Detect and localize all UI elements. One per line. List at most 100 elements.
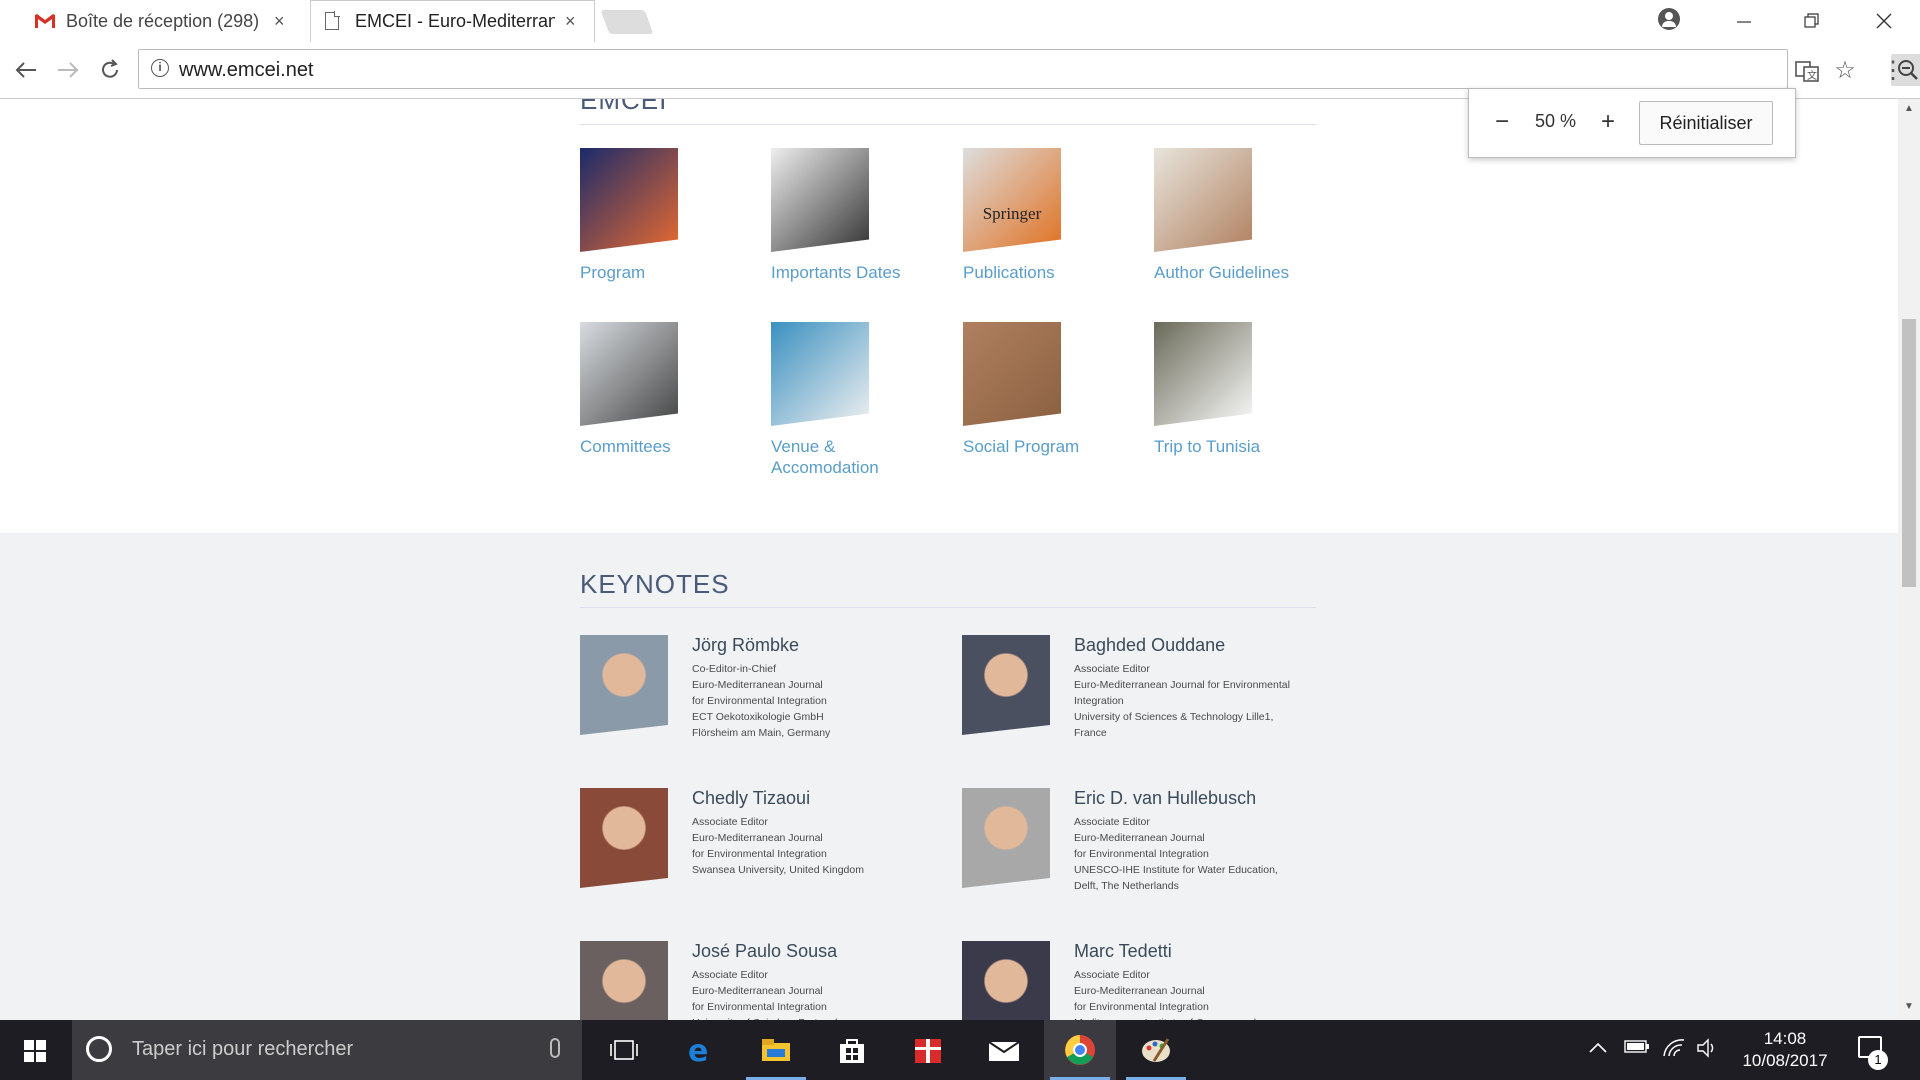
store-app[interactable] bbox=[816, 1020, 888, 1080]
close-window-button[interactable] bbox=[1864, 6, 1904, 36]
affiliation-line: Associate Editor bbox=[1074, 969, 1150, 981]
task-view-button[interactable] bbox=[588, 1020, 660, 1080]
tab-close-icon[interactable]: × bbox=[565, 11, 576, 32]
nav-tile[interactable]: Social Program bbox=[963, 322, 1143, 457]
nav-tile[interactable]: Springer Publications bbox=[963, 148, 1143, 283]
menu-icon[interactable]: ⋮ bbox=[1880, 58, 1906, 84]
info-icon[interactable]: i bbox=[151, 59, 169, 77]
tab-emcei[interactable]: EMCEI - Euro-Mediterranean × bbox=[310, 0, 595, 42]
new-tab-button[interactable] bbox=[600, 10, 654, 34]
profile-icon[interactable] bbox=[1658, 8, 1680, 30]
volume-icon[interactable] bbox=[1696, 1038, 1720, 1063]
tile-label[interactable]: Publications bbox=[963, 262, 1143, 283]
speaker-name: José Paulo Sousa bbox=[692, 941, 838, 961]
svg-text:文: 文 bbox=[1807, 69, 1817, 82]
tile-image[interactable] bbox=[1154, 148, 1252, 252]
speaker-affiliation: Associate Editor Euro-Mediterranean Journ… bbox=[1074, 661, 1354, 741]
zoom-level: 50 % bbox=[1535, 111, 1577, 131]
speaker-photo bbox=[962, 635, 1050, 735]
affiliation-line: Associate Editor bbox=[1074, 663, 1150, 675]
gift-app[interactable] bbox=[892, 1020, 964, 1080]
taskbar-search-box[interactable]: Taper ici pour rechercher bbox=[72, 1020, 582, 1080]
tile-image[interactable] bbox=[771, 322, 869, 426]
nav-tile[interactable]: Program bbox=[580, 148, 760, 283]
forward-button[interactable] bbox=[48, 50, 88, 90]
paint-app[interactable] bbox=[1120, 1020, 1192, 1080]
vertical-scrollbar[interactable]: ▲ ▼ bbox=[1898, 99, 1920, 1020]
affiliation-line: Associate Editor bbox=[692, 969, 768, 981]
chrome-app[interactable] bbox=[1044, 1020, 1116, 1080]
tile-label[interactable]: Committees bbox=[580, 436, 760, 457]
battery-icon[interactable] bbox=[1624, 1038, 1650, 1059]
speaker-name: Marc Tedetti bbox=[1074, 941, 1172, 961]
springer-logo: Springer bbox=[982, 204, 1042, 223]
tile-label[interactable]: Trip to Tunisia bbox=[1154, 436, 1334, 457]
nav-tile[interactable]: Committees bbox=[580, 322, 760, 457]
page-content: EMCEI Program Importants Dates Springer Pub… bbox=[0, 99, 1898, 1020]
affiliation-line: for Environmental Integration bbox=[1074, 848, 1209, 860]
tile-image[interactable] bbox=[963, 322, 1061, 426]
nav-tile[interactable]: Trip to Tunisia bbox=[1154, 322, 1334, 457]
speaker-photo bbox=[962, 941, 1050, 1020]
restore-icon bbox=[1804, 13, 1819, 28]
scrollbar-thumb[interactable] bbox=[1902, 319, 1916, 587]
translate-icon[interactable]: 文 bbox=[1794, 58, 1820, 84]
minimize-button[interactable] bbox=[1724, 6, 1764, 36]
url-text[interactable]: www.emcei.net bbox=[179, 59, 314, 82]
speaker-name: Chedly Tizaoui bbox=[692, 788, 811, 808]
speaker-photo bbox=[580, 635, 668, 735]
nav-tile[interactable]: Author Guidelines bbox=[1154, 148, 1334, 283]
windows-taskbar: Taper ici pour rechercher e 14:08 10/08/… bbox=[0, 1020, 1920, 1080]
tile-label[interactable]: Importants Dates bbox=[771, 262, 951, 283]
system-clock[interactable]: 14:08 10/08/2017 bbox=[1730, 1028, 1840, 1072]
affiliation-line: Integration bbox=[1074, 695, 1124, 707]
zoom-reset-button[interactable]: Réinitialiser bbox=[1639, 101, 1773, 145]
forward-arrow-icon bbox=[58, 62, 79, 78]
mail-app[interactable] bbox=[968, 1020, 1040, 1080]
scroll-up-arrow-icon[interactable]: ▲ bbox=[1902, 103, 1916, 117]
document-icon bbox=[325, 11, 340, 30]
close-icon bbox=[1876, 13, 1892, 29]
tile-image[interactable] bbox=[580, 148, 678, 252]
show-hidden-icons-chevron-icon[interactable] bbox=[1588, 1038, 1608, 1059]
zoom-out-button[interactable]: − bbox=[1487, 107, 1517, 137]
tile-image[interactable] bbox=[771, 148, 869, 252]
tile-label[interactable]: Program bbox=[580, 262, 760, 283]
tile-image[interactable] bbox=[580, 322, 678, 426]
cortana-icon[interactable] bbox=[86, 1036, 112, 1062]
scroll-down-arrow-icon[interactable]: ▼ bbox=[1902, 1001, 1916, 1015]
bookmark-star-icon[interactable]: ☆ bbox=[1832, 58, 1858, 84]
zoom-popup: − 50 % + Réinitialiser bbox=[1468, 88, 1796, 158]
search-placeholder[interactable]: Taper ici pour rechercher bbox=[132, 1038, 353, 1061]
tile-image[interactable]: Springer bbox=[963, 148, 1061, 252]
affiliation-line: Associate Editor bbox=[692, 816, 768, 828]
nav-tile[interactable]: Venue & Accomodation bbox=[771, 322, 951, 478]
nav-tile[interactable]: Importants Dates bbox=[771, 148, 951, 283]
edge-icon: e bbox=[688, 1035, 708, 1065]
speaker-photo bbox=[580, 941, 668, 1020]
folder-icon bbox=[762, 1039, 790, 1061]
file-explorer-app[interactable] bbox=[740, 1020, 812, 1080]
reload-button[interactable] bbox=[90, 50, 130, 90]
tile-label[interactable]: Social Program bbox=[963, 436, 1143, 457]
zoom-in-button[interactable]: + bbox=[1593, 107, 1623, 137]
mail-icon bbox=[988, 1041, 1020, 1061]
affiliation-line: Flörsheim am Main, Germany bbox=[692, 727, 831, 739]
edge-app[interactable]: e bbox=[664, 1020, 736, 1080]
notification-count-badge: 1 bbox=[1868, 1050, 1888, 1070]
tab-close-icon[interactable]: × bbox=[274, 11, 285, 32]
section-title-emcei: EMCEI bbox=[580, 99, 668, 115]
affiliation-line: ECT Oekotoxikologie GmbH bbox=[692, 711, 824, 723]
tile-label[interactable]: Venue & Accomodation bbox=[771, 436, 951, 478]
reload-icon bbox=[102, 59, 118, 78]
address-bar[interactable]: i www.emcei.net bbox=[138, 49, 1920, 89]
back-button[interactable] bbox=[6, 50, 46, 90]
microphone-icon[interactable] bbox=[550, 1038, 560, 1058]
tile-label[interactable]: Author Guidelines bbox=[1154, 262, 1334, 283]
start-button[interactable] bbox=[0, 1020, 70, 1080]
tab-gmail[interactable]: Boîte de réception (298) × bbox=[22, 0, 302, 42]
tile-image[interactable] bbox=[1154, 322, 1252, 426]
affiliation-line: Delft, The Netherlands bbox=[1074, 880, 1179, 892]
restore-button[interactable] bbox=[1792, 6, 1832, 36]
wifi-icon[interactable] bbox=[1662, 1038, 1686, 1063]
